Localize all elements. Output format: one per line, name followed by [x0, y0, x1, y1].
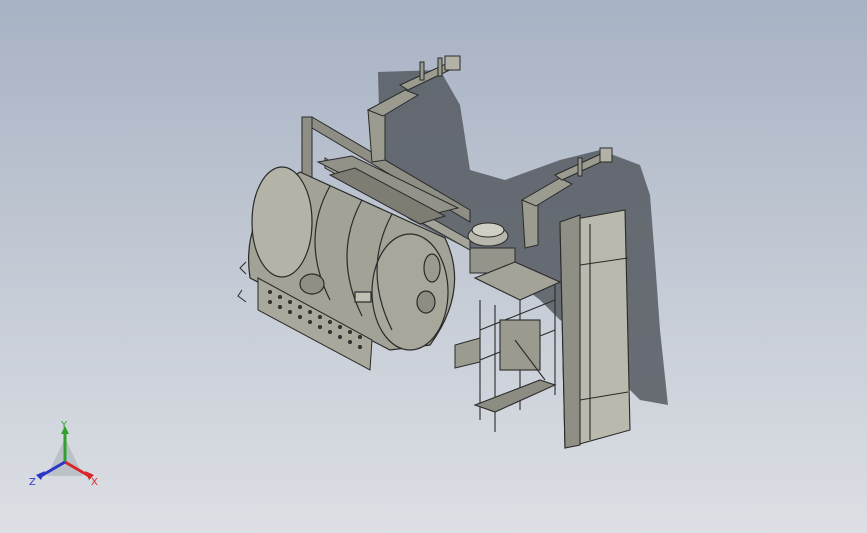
- side-panel[interactable]: [559, 209, 631, 449]
- y-axis-label: Y: [60, 420, 68, 431]
- graphics-viewport[interactable]: Y X Z: [0, 0, 867, 533]
- x-axis-label: X: [91, 477, 98, 488]
- control-frame[interactable]: [473, 261, 562, 432]
- coordinate-triad: Y X Z: [29, 420, 98, 488]
- z-axis-label: Z: [29, 477, 36, 488]
- cad-model-tank-assembly[interactable]: [0, 0, 867, 533]
- lower-tray[interactable]: [454, 337, 481, 369]
